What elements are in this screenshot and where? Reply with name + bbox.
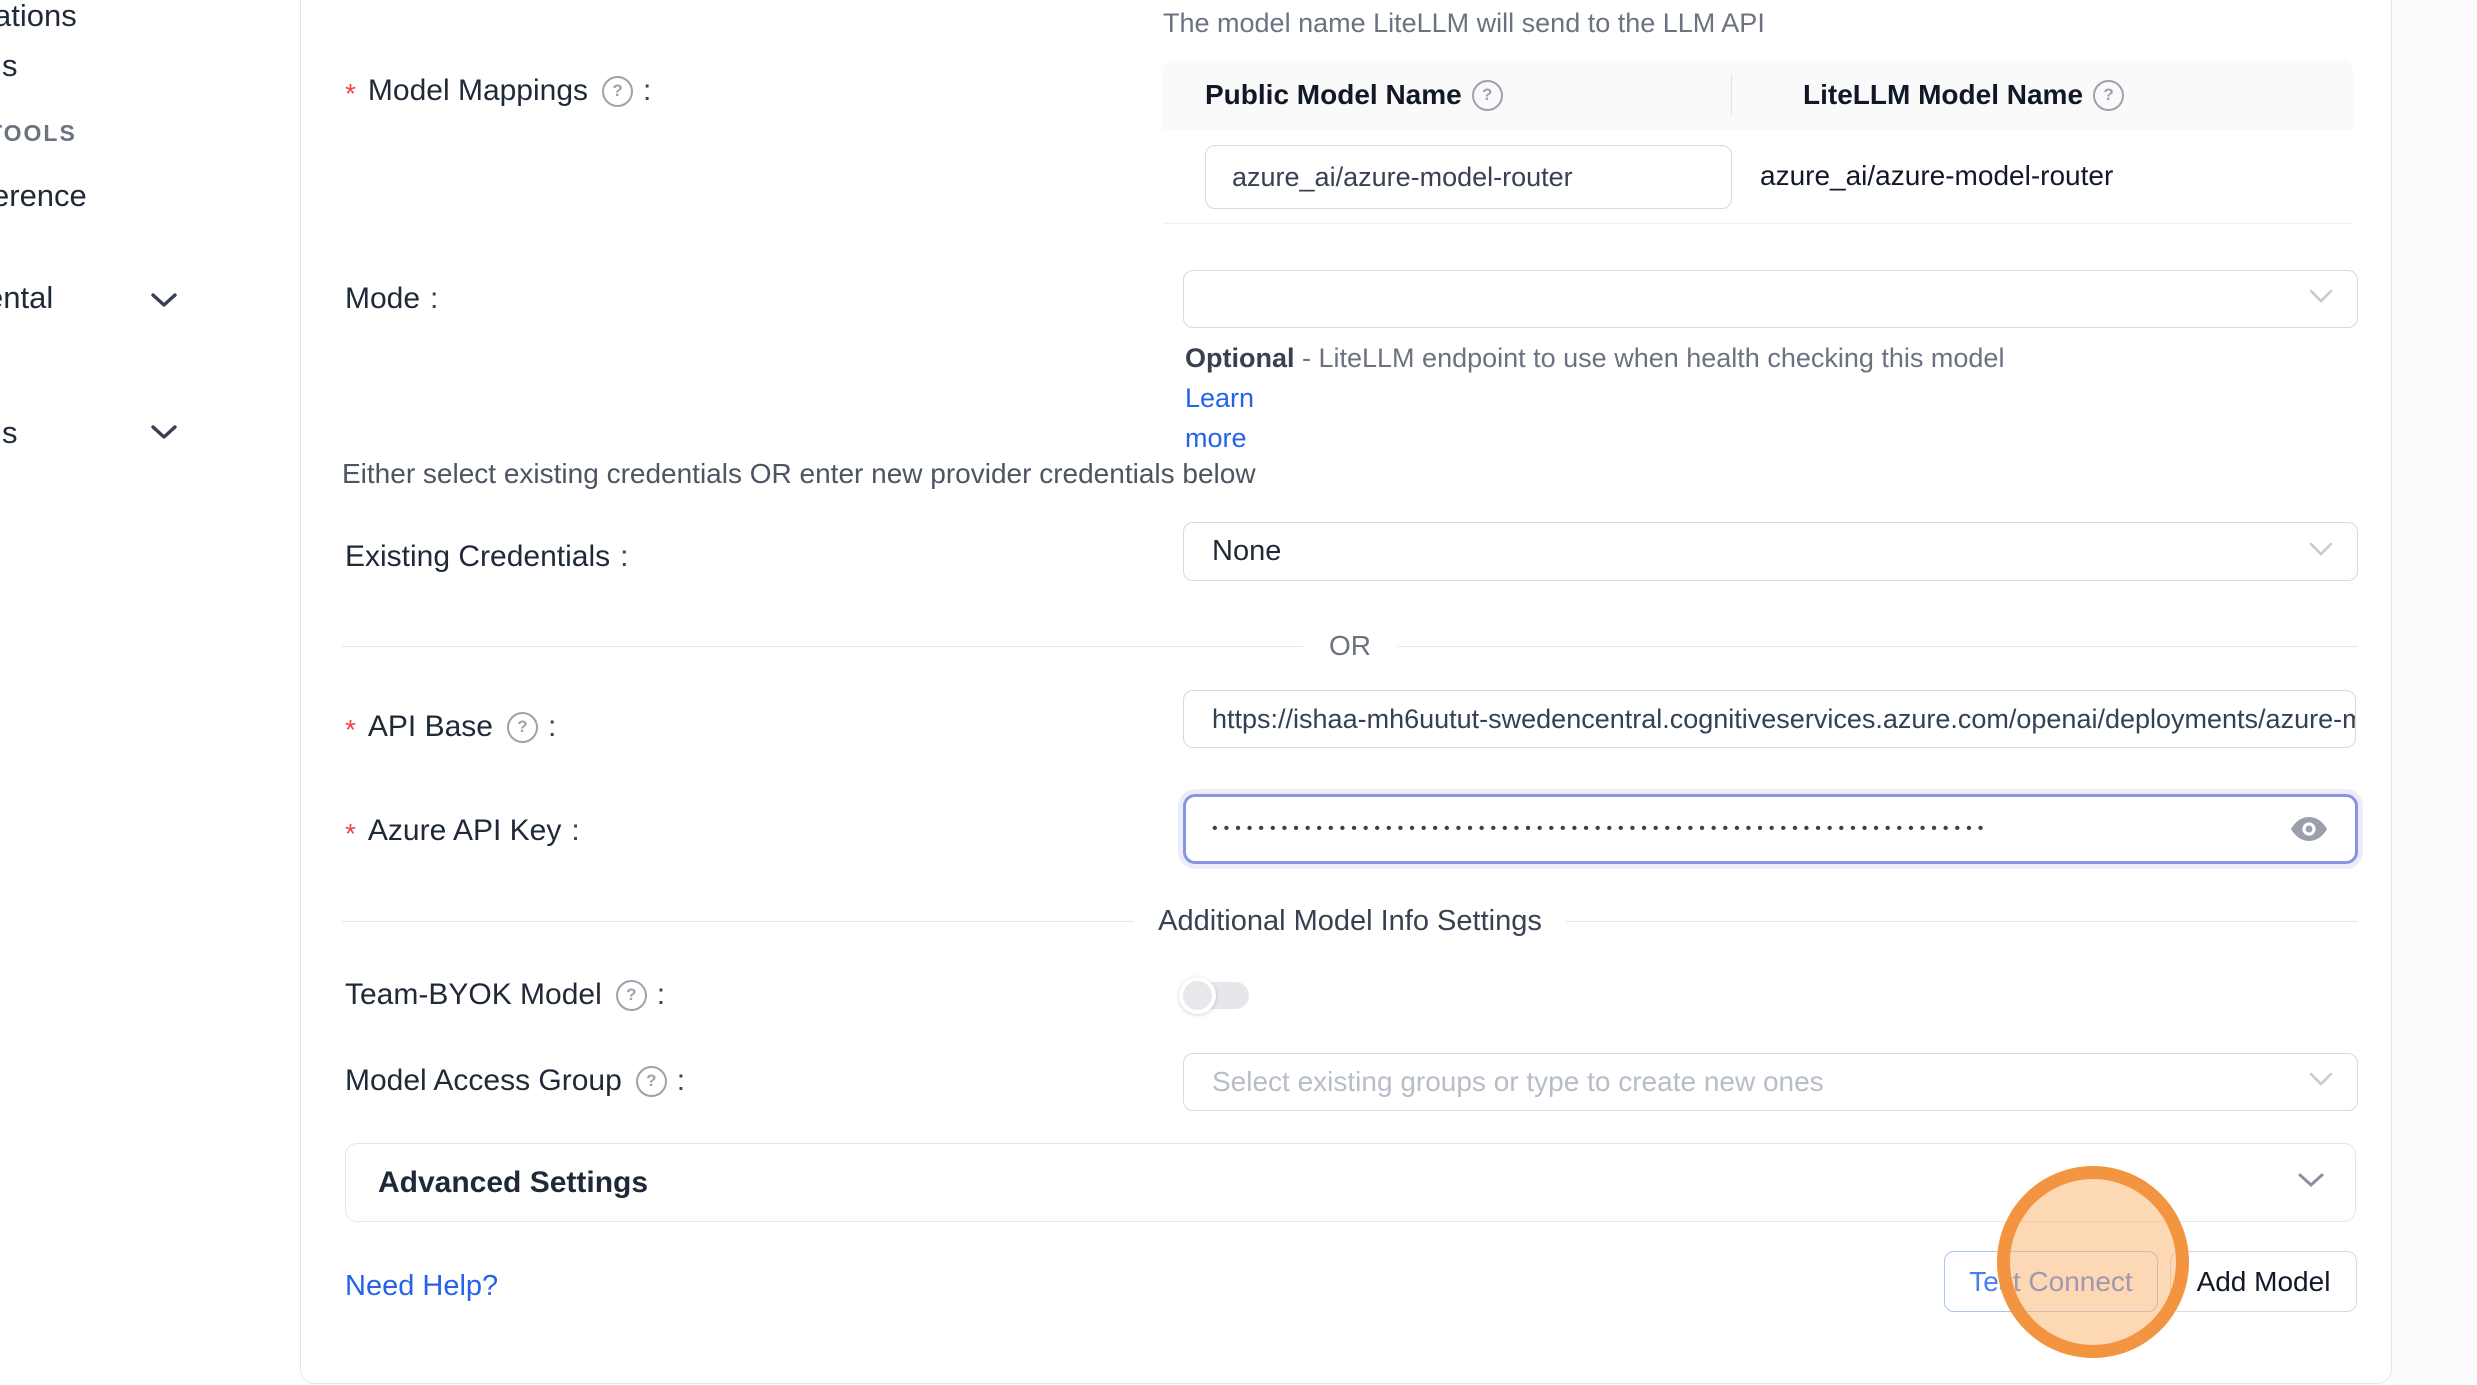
existing-credentials-select[interactable]: None — [1183, 522, 2358, 581]
click-indicator — [1997, 1166, 2189, 1358]
sidebar-item-label: ental — [0, 280, 53, 315]
sidebar-item-label: ations — [0, 0, 77, 33]
chevron-down-icon — [2309, 1072, 2333, 1092]
learn-more-link[interactable]: Learn — [1185, 383, 1254, 413]
learn-more-link[interactable]: more — [1185, 423, 1247, 453]
page-background-right — [2391, 0, 2477, 1385]
column-header-public-model-name: Public Model Name ? — [1163, 79, 1773, 111]
sidebar-section-label: TOOLS — [0, 120, 77, 147]
required-asterisk: * — [345, 78, 356, 110]
model-access-group-placeholder: Select existing groups or type to create… — [1184, 1066, 1824, 1098]
mode-hint-bold: Optional — [1185, 343, 1295, 373]
public-model-name-input[interactable]: azure_ai/azure-model-router — [1205, 145, 1732, 209]
or-divider-text: OR — [1329, 630, 1371, 662]
mode-select[interactable] — [1183, 270, 2358, 328]
divider-line — [1397, 646, 2358, 647]
column-header-litellm-model-name: LiteLLM Model Name ? — [1773, 79, 2353, 111]
chevron-down-icon[interactable] — [150, 291, 178, 314]
help-icon[interactable]: ? — [2093, 80, 2124, 111]
public-model-name-value: azure_ai/azure-model-router — [1232, 162, 1573, 193]
add-model-label: Add Model — [2197, 1266, 2331, 1298]
api-base-input[interactable]: https://ishaa-mh6uutut-swedencentral.cog… — [1183, 690, 2356, 748]
sidebar-item[interactable]: ental — [0, 280, 53, 316]
required-asterisk: * — [345, 714, 356, 746]
chevron-down-icon[interactable] — [150, 423, 178, 446]
sidebar-item-label: s — [2, 415, 18, 450]
help-icon[interactable]: ? — [507, 712, 538, 743]
help-icon[interactable]: ? — [1472, 80, 1503, 111]
litellm-model-name-value: azure_ai/azure-model-router — [1760, 160, 2113, 192]
divider-line — [342, 921, 1134, 922]
mode-hint: Optional - LiteLLM endpoint to use when … — [1185, 338, 2015, 458]
chevron-down-icon — [2309, 289, 2333, 309]
sidebar-item-label: erence — [0, 178, 87, 213]
section-divider-text: Additional Model Info Settings — [1158, 905, 1542, 938]
sidebar-item-label: s — [2, 48, 18, 83]
api-base-label: * API Base ? : — [345, 710, 556, 744]
need-help-link[interactable]: Need Help? — [345, 1270, 498, 1303]
section-divider: Additional Model Info Settings — [342, 904, 2358, 938]
model-name-helper-text: The model name LiteLLM will send to the … — [1163, 8, 1765, 39]
add-model-screen: ations s TOOLS erence ental s The model … — [0, 0, 2477, 1385]
table-header-row: Public Model Name ? LiteLLM Model Name ? — [1163, 60, 2353, 130]
divider-line — [1566, 921, 2358, 922]
credentials-note: Either select existing credentials OR en… — [342, 458, 1256, 490]
mode-label: Mode: — [345, 282, 438, 316]
table-row: azure_ai/azure-model-router azure_ai/azu… — [1163, 130, 2353, 223]
help-icon[interactable]: ? — [602, 76, 633, 107]
existing-credentials-label: Existing Credentials: — [345, 540, 628, 574]
team-byok-toggle[interactable] — [1183, 982, 1249, 1009]
or-divider: OR — [342, 630, 2358, 662]
model-mappings-table: Public Model Name ? LiteLLM Model Name ?… — [1163, 60, 2353, 224]
sidebar: ations s TOOLS erence ental s — [0, 0, 300, 1385]
toggle-knob — [1179, 977, 1216, 1014]
api-base-value: https://ishaa-mh6uutut-swedencentral.cog… — [1184, 704, 2356, 735]
help-icon[interactable]: ? — [636, 1066, 667, 1097]
model-access-group-select[interactable]: Select existing groups or type to create… — [1183, 1053, 2358, 1111]
sidebar-item[interactable]: s — [2, 415, 18, 451]
required-asterisk: * — [345, 818, 356, 850]
team-byok-label: Team-BYOK Model ? : — [345, 978, 665, 1012]
add-model-button[interactable]: Add Model — [2170, 1251, 2357, 1312]
azure-api-key-label: * Azure API Key : — [345, 814, 580, 848]
sidebar-item[interactable]: ations — [0, 0, 77, 34]
azure-api-key-input[interactable]: ••••••••••••••••••••••••••••••••••••••••… — [1183, 794, 2358, 864]
advanced-settings-title: Advanced Settings — [346, 1166, 648, 1200]
divider-line — [342, 646, 1303, 647]
sidebar-item[interactable]: erence — [0, 178, 87, 214]
header-divider — [1731, 74, 1732, 116]
model-access-group-label: Model Access Group ? : — [345, 1064, 685, 1098]
sidebar-item[interactable]: s — [2, 48, 18, 84]
existing-credentials-value: None — [1184, 535, 1281, 568]
chevron-down-icon — [2297, 1172, 2325, 1194]
help-icon[interactable]: ? — [616, 980, 647, 1011]
model-mappings-label: * Model Mappings ? : — [345, 74, 651, 108]
eye-icon[interactable] — [2291, 816, 2327, 842]
chevron-down-icon — [2309, 542, 2333, 562]
azure-api-key-masked-value: ••••••••••••••••••••••••••••••••••••••••… — [1186, 820, 2291, 838]
